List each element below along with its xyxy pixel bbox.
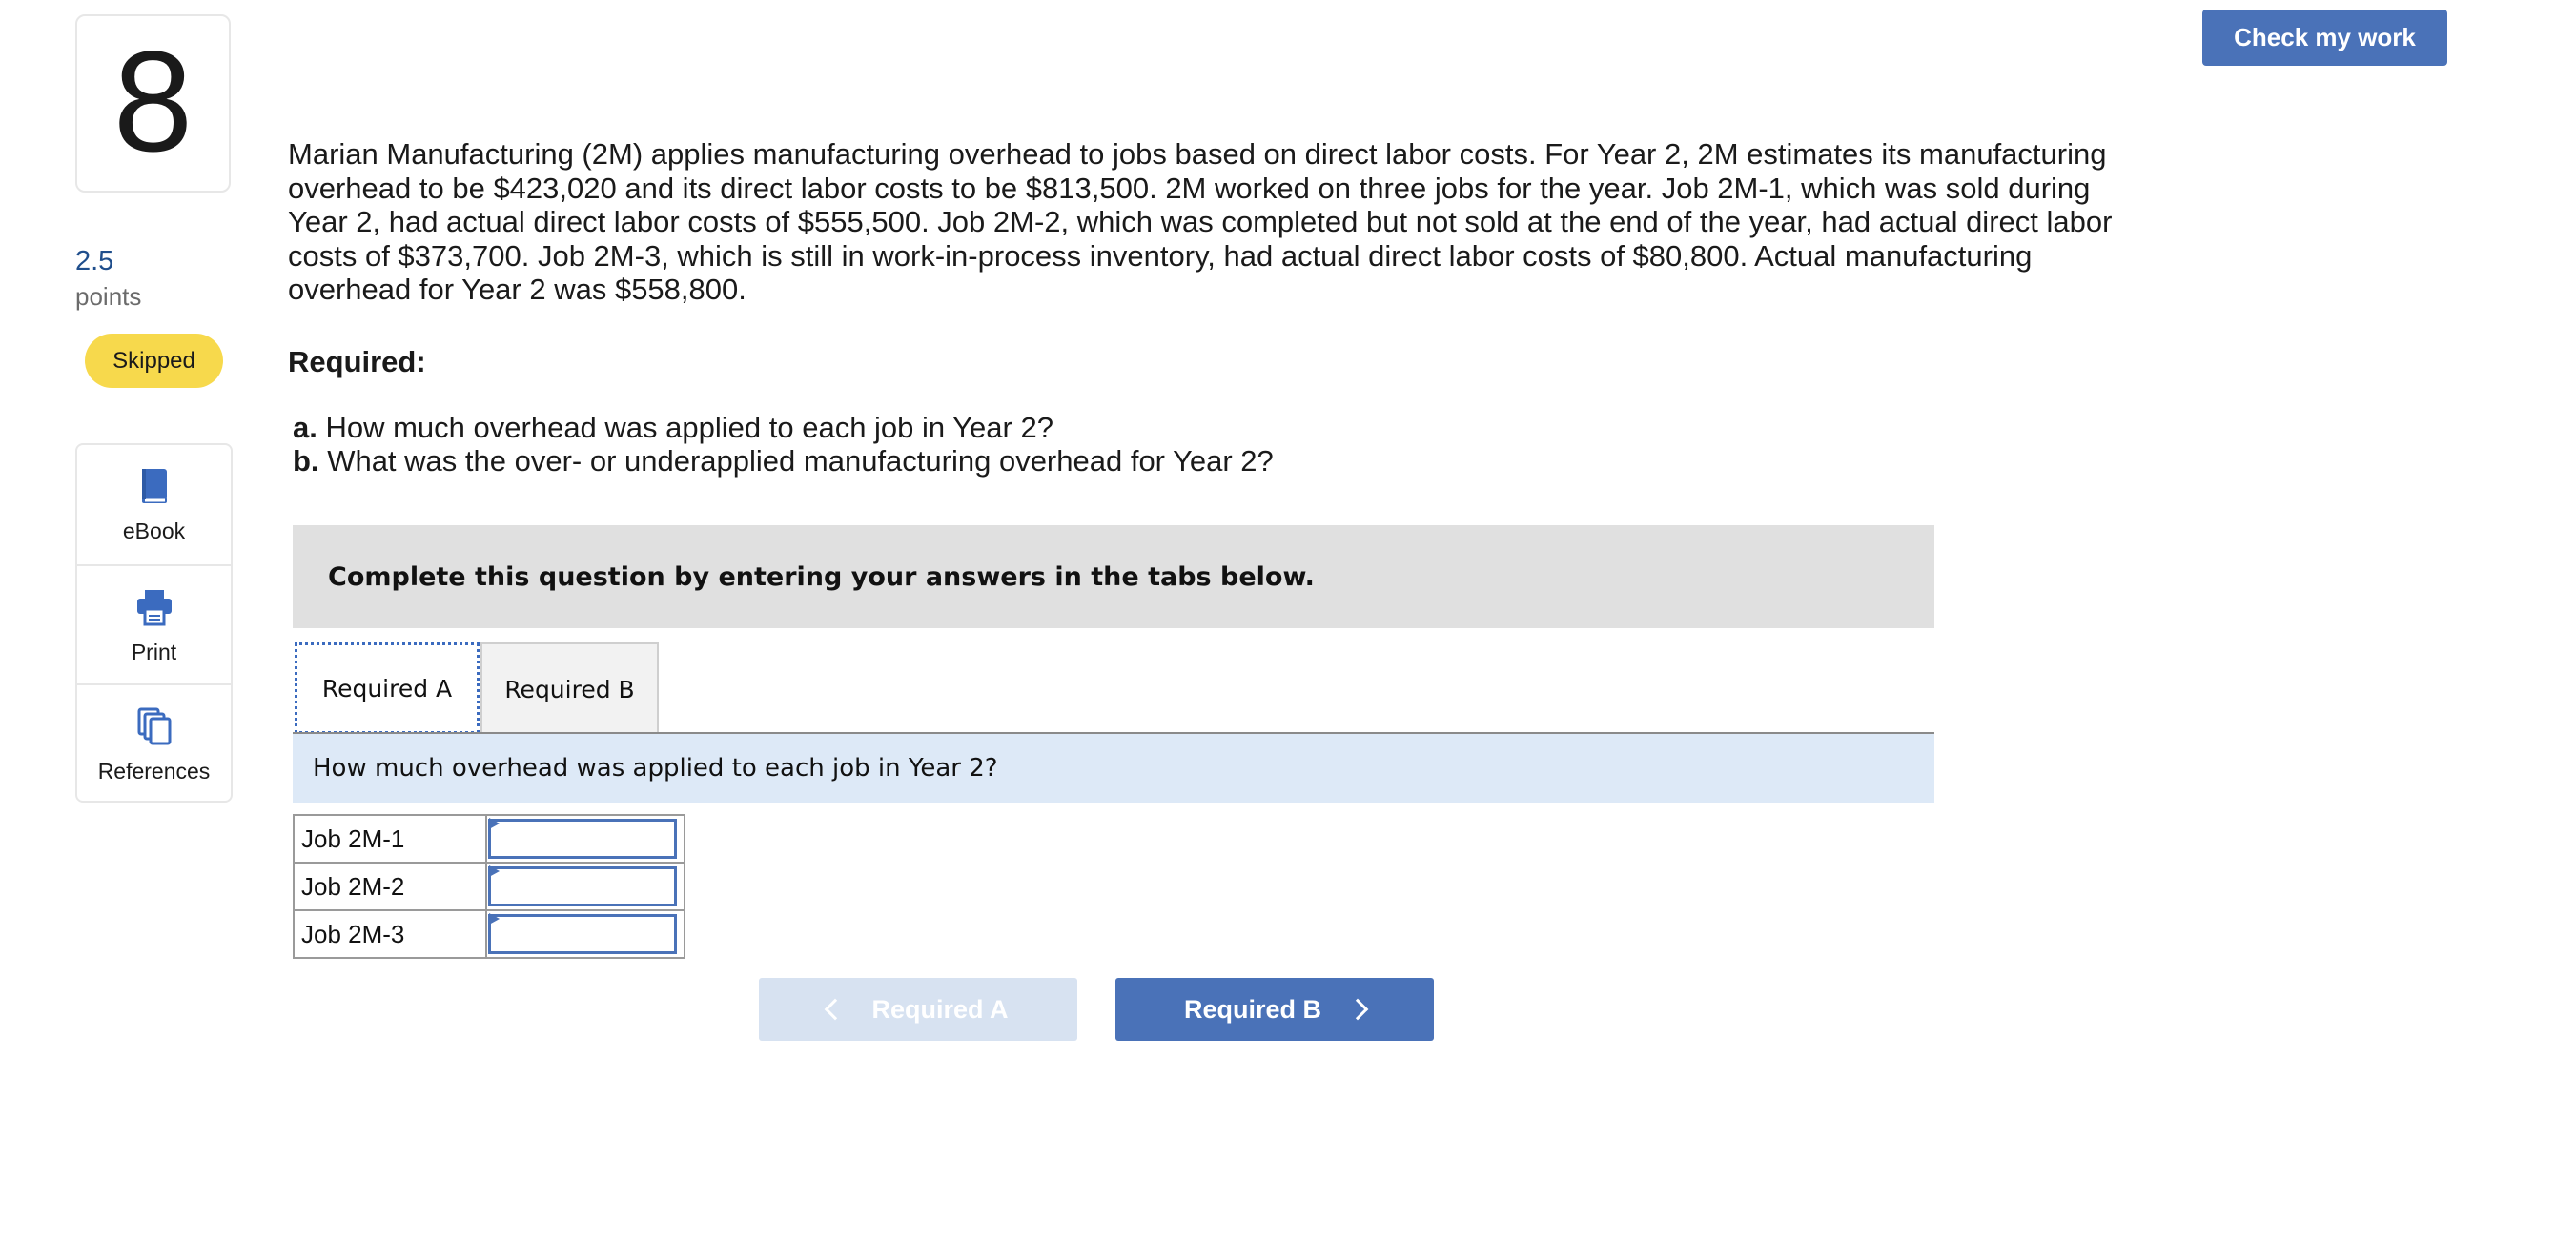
- chevron-right-icon: [1346, 998, 1369, 1021]
- chevron-left-icon: [825, 998, 847, 1021]
- table-row: Job 2M-3: [293, 909, 685, 959]
- question-number: 8: [112, 20, 194, 181]
- answer-table: Job 2M-1 Job 2M-2 Job 2M-3: [293, 814, 685, 959]
- required-heading: Required:: [288, 345, 426, 378]
- subquestion-bar: How much overhead was applied to each jo…: [293, 734, 1934, 803]
- question-text: Marian Manufacturing (2M) applies manufa…: [288, 137, 2113, 306]
- requirement-a-text: How much overhead was applied to each jo…: [325, 411, 1053, 444]
- job-2m-3-input[interactable]: [488, 914, 677, 954]
- requirement-a: a. How much overhead was applied to each…: [293, 411, 1053, 445]
- table-row: Job 2M-2: [293, 862, 685, 911]
- question-number-card: 8: [75, 14, 231, 193]
- ebook-button[interactable]: eBook: [77, 445, 231, 564]
- row-label: Job 2M-3: [293, 909, 487, 959]
- requirement-b: b. What was the over- or underapplied ma…: [293, 444, 1274, 478]
- instructions-banner: Complete this question by entering your …: [293, 525, 1934, 628]
- subquestion-text: How much overhead was applied to each jo…: [313, 754, 998, 783]
- status-badge: Skipped: [85, 334, 223, 388]
- copy-documents-icon: [137, 707, 171, 745]
- input-marker-icon: [489, 865, 500, 877]
- printer-icon: [136, 590, 172, 626]
- requirement-b-letter: b.: [293, 444, 319, 478]
- instructions-text: Complete this question by entering your …: [328, 561, 1315, 592]
- next-tab-label: Required B: [1183, 994, 1322, 1024]
- tab-required-a[interactable]: Required A: [295, 642, 480, 734]
- answer-cell: [485, 909, 685, 959]
- print-button[interactable]: Print: [77, 564, 231, 685]
- print-label: Print: [131, 640, 177, 664]
- next-tab-button[interactable]: Required B: [1115, 978, 1434, 1041]
- ebook-label: eBook: [122, 519, 186, 543]
- answer-cell: [485, 814, 685, 864]
- tools-panel: eBook Print References: [75, 443, 233, 803]
- table-row: Job 2M-1: [293, 814, 685, 864]
- references-label: References: [97, 759, 211, 783]
- requirement-a-letter: a.: [293, 411, 317, 444]
- previous-tab-label: Required A: [871, 994, 1009, 1024]
- requirement-b-text: What was the over- or underapplied manuf…: [327, 444, 1274, 478]
- previous-tab-button[interactable]: Required A: [759, 978, 1077, 1041]
- references-button[interactable]: References: [77, 683, 231, 804]
- answer-cell: [485, 862, 685, 911]
- points-value: 2.5: [75, 246, 114, 276]
- row-label: Job 2M-1: [293, 814, 487, 864]
- row-label: Job 2M-2: [293, 862, 487, 911]
- tab-required-b[interactable]: Required B: [480, 642, 659, 734]
- input-marker-icon: [489, 818, 500, 829]
- job-2m-2-input[interactable]: [488, 866, 677, 906]
- check-my-work-button[interactable]: Check my work: [2202, 10, 2447, 66]
- input-marker-icon: [489, 913, 500, 925]
- points-label: points: [75, 282, 142, 311]
- book-icon: [141, 469, 167, 503]
- job-2m-1-input[interactable]: [488, 819, 677, 859]
